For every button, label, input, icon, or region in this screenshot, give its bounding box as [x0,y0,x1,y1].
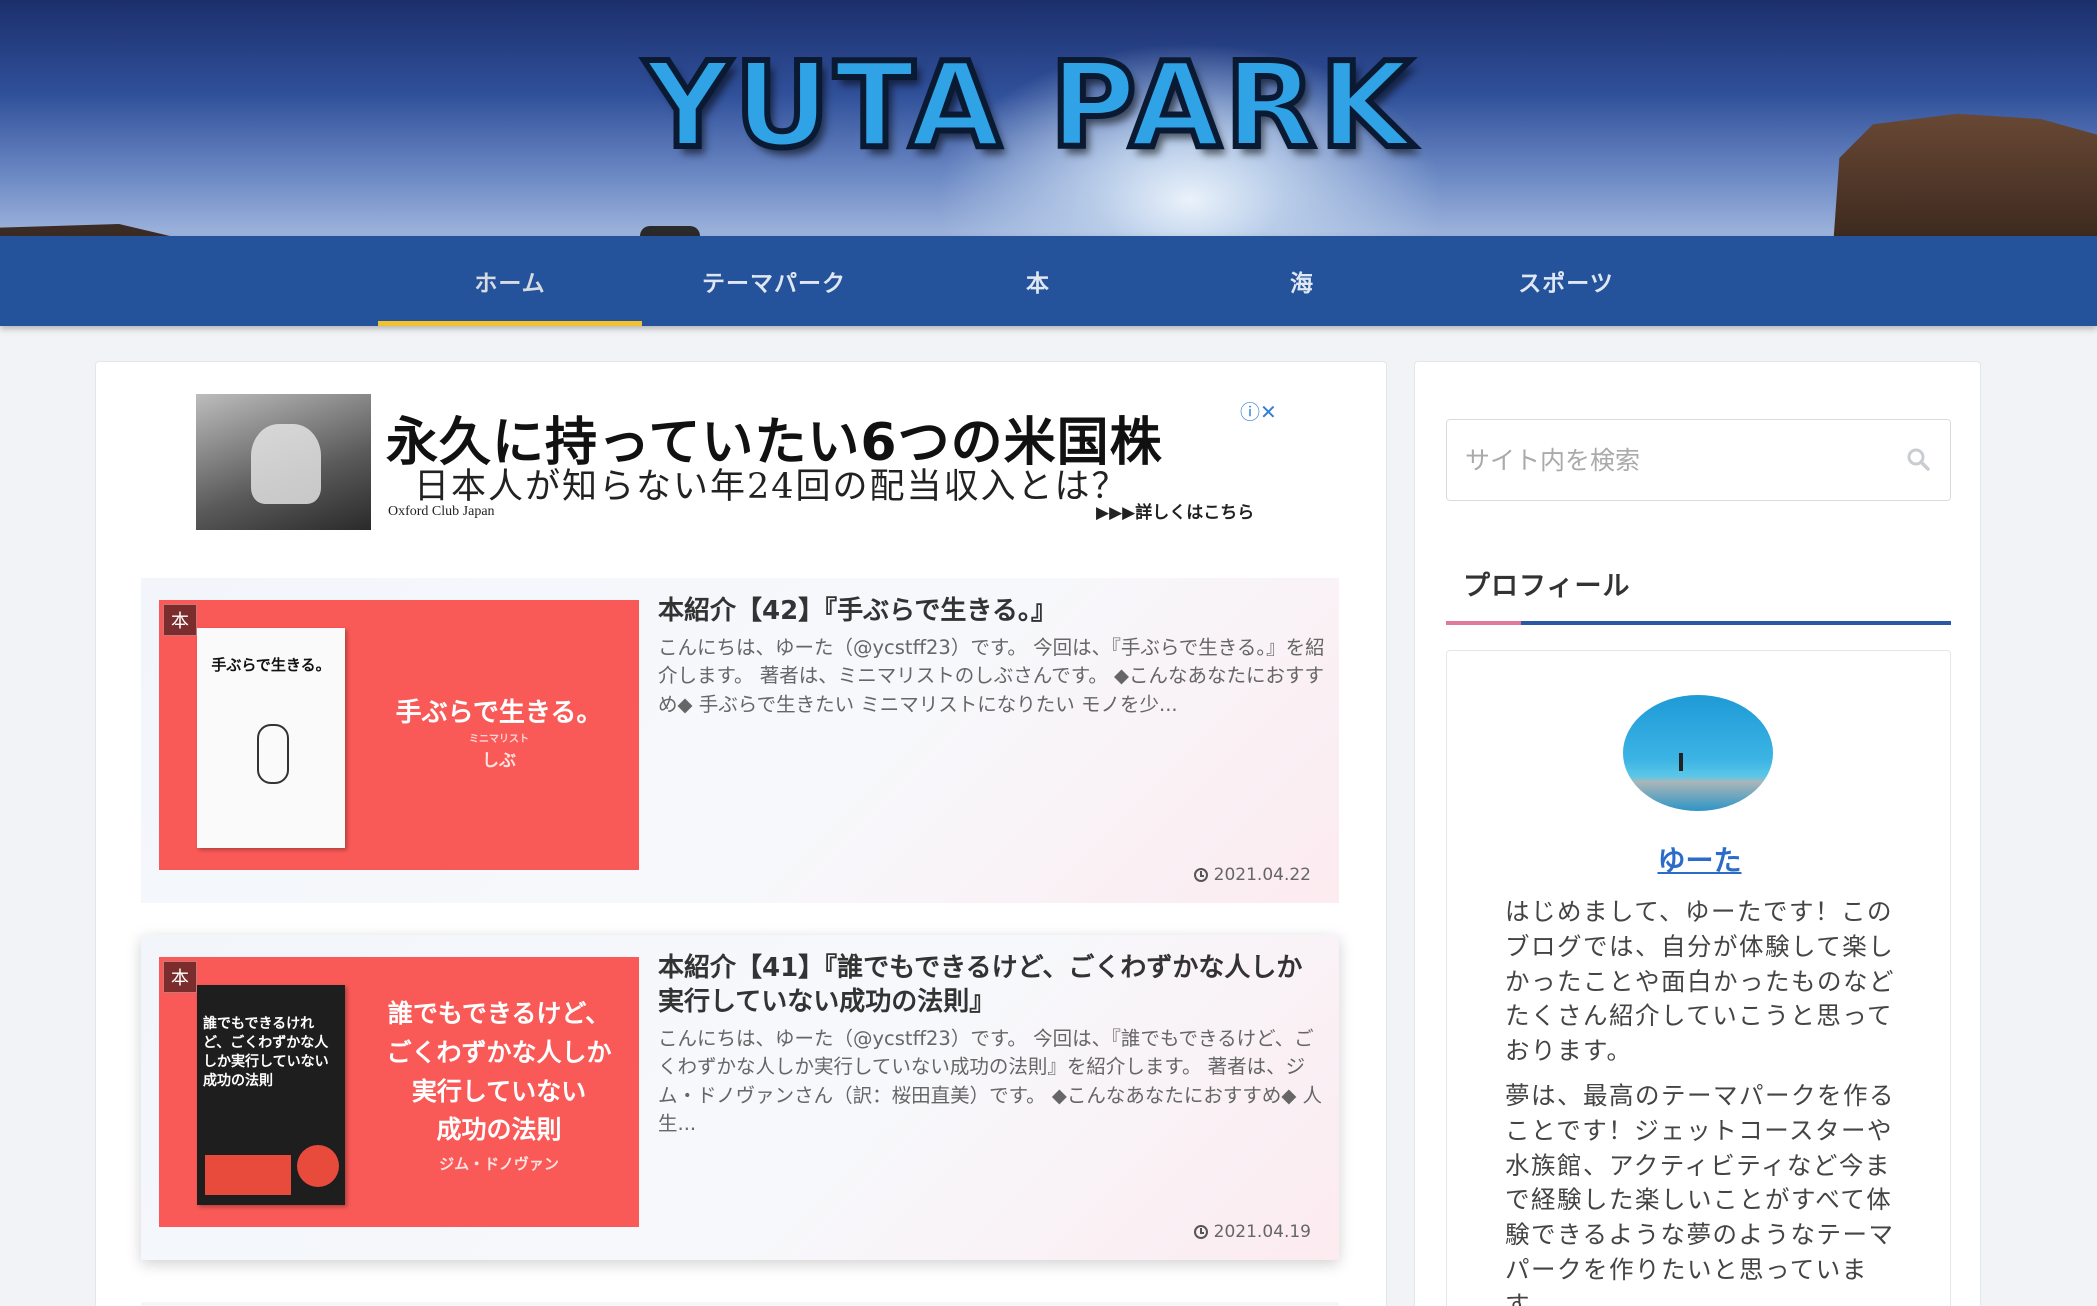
book-cover-image: 手ぶらで生きる。 [197,628,345,848]
main-content: 永久に持っていたい6つの米国株 日本人が知らない年24回の配当収入とは？ Oxf… [95,361,1387,1306]
nav-item-sea[interactable]: 海 [1170,236,1434,326]
ad-image [196,394,371,530]
post-title[interactable]: 本紹介【41】『誰でもできるけど、ごくわずかな人しか実行していない成功の法則』 [658,951,1328,1020]
thumb-title-line: 実行していない [411,1076,587,1106]
book-cover-title: 誰でもできるけれど、ごくわずかな人しか実行していない成功の法則 [203,1016,329,1089]
profile-bio: はじめまして、ゆーたです！このブログでは、自分が体験して楽しかったことや面白かっ… [1505,897,1895,1066]
thumb-author: しぶ [482,751,516,771]
advertisement-banner[interactable]: 永久に持っていたい6つの米国株 日本人が知らない年24回の配当収入とは？ Oxf… [196,394,1291,530]
sidebar: プロフィール ゆーた はじめまして、ゆーたです！このブログでは、自分が体験して楽… [1414,361,1981,1306]
search-input[interactable] [1465,420,1885,500]
nav-item-theme-park[interactable]: テーマパーク [642,236,906,326]
search-icon[interactable] [1906,447,1930,471]
nav-item-home[interactable]: ホーム [378,236,642,326]
ad-choices-close-icon[interactable]: ⓘ✕ [1240,396,1277,425]
post-thumbnail[interactable]: 誰でもできるけれど、ごくわずかな人しか実行していない成功の法則 誰でもできるけど… [159,957,639,1227]
profile-widget-title: プロフィール [1463,571,1631,602]
post-card-partial[interactable] [141,1302,1339,1306]
thumb-title-line: ごくわずかな人しか [386,1037,612,1067]
book-cover-image: 誰でもできるけれど、ごくわずかな人しか実行していない成功の法則 [197,985,345,1205]
post-title[interactable]: 本紹介【42】『手ぶらで生きる。』 [658,594,1328,628]
post-card[interactable]: 手ぶらで生きる。 手ぶらで生きる。 ミニマリスト しぶ 本 本紹介【42】『手ぶ… [141,578,1339,903]
widget-title-underline [1446,621,1951,625]
clock-icon [1193,868,1208,882]
post-thumbnail[interactable]: 手ぶらで生きる。 手ぶらで生きる。 ミニマリスト しぶ 本 [159,600,639,870]
avatar[interactable] [1623,695,1773,811]
book-cover-title: 手ぶらで生きる。 [211,656,331,674]
site-header: YUTA PARK [0,0,2097,236]
post-date-text: 2021.04.19 [1213,1222,1311,1242]
ad-subtitle: 日本人が知らない年24回の配当収入とは？ [414,467,1129,507]
thumb-title-line: 成功の法則 [436,1115,562,1145]
header-rock [640,226,700,236]
post-date: 2021.04.19 [1193,1222,1311,1242]
thumb-title: 手ぶらで生きる。 [395,698,603,728]
book-cover-badge [297,1145,339,1187]
thumb-title: 誰でもできるけど、 ごくわずかな人しか 実行していない 成功の法則 [379,995,619,1150]
global-nav: ホーム テーマパーク 本 海 スポーツ [0,236,2097,326]
post-snippet: こんにちは、ゆーた（@ycstff23）です。 今回は、『手ぶらで生きる。』を紹… [658,636,1325,716]
site-logo[interactable]: YUTA PARK [642,30,1414,180]
post-date-text: 2021.04.22 [1213,865,1311,885]
thumb-title-line: 誰でもできるけど、 [387,999,611,1028]
nav-item-books[interactable]: 本 [906,236,1170,326]
header-cliff [1833,113,2097,236]
header-ridge [0,224,170,236]
ad-brand: Oxford Club Japan [388,504,495,519]
thumb-author: ジム・ドノヴァン [439,1155,559,1173]
post-card[interactable]: 誰でもできるけれど、ごくわずかな人しか実行していない成功の法則 誰でもできるけど… [141,935,1339,1260]
post-snippet: こんにちは、ゆーた（@ycstff23）です。 今回は、『誰でもできるけど、ごく… [658,1027,1323,1135]
thumb-subtext: ミニマリスト [469,734,529,745]
post-date: 2021.04.22 [1193,865,1311,885]
search-box[interactable] [1446,419,1951,501]
category-badge: 本 [163,604,197,636]
profile-name-link[interactable]: ゆーた [1447,839,1952,879]
book-cover-band [205,1155,291,1195]
clock-icon [1193,1225,1208,1239]
profile-card: ゆーた はじめまして、ゆーたです！このブログでは、自分が体験して楽しかったことや… [1446,650,1951,1306]
profile-bio: 夢は、最高のテーマパークを作ることです！ジェットコースターや水族館、アクティビテ… [1505,1081,1895,1306]
ad-cta-link[interactable]: ▶▶▶詳しくはこちら [1096,498,1254,523]
nav-item-sports[interactable]: スポーツ [1434,236,1698,326]
figure-icon [257,724,289,784]
category-badge: 本 [163,961,197,993]
